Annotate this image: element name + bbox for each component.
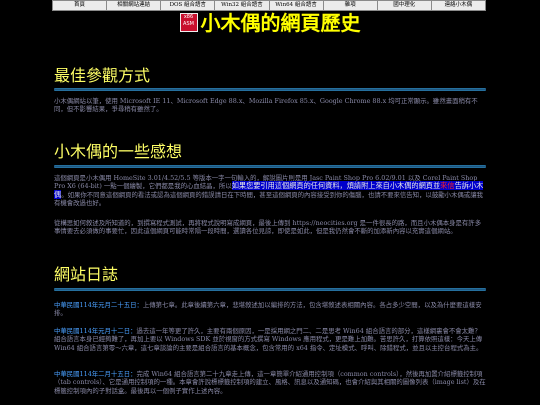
log-entry: 中華民國114年二月十五日：完成 Win64 組合語言第二十九章走上傳，這一章簡… xyxy=(54,370,486,395)
thoughts-paragraph-2: 從構思如何敘述及所知道的，到撰寫程式測試，再將程式說明寫成網頁，最後上傳到 ht… xyxy=(54,219,482,236)
section-divider xyxy=(54,88,486,91)
nav-link-home[interactable]: 首頁 xyxy=(53,1,108,10)
thoughts-paragraph-1: 這個網頁是小木偶用 HomeSite 3.01/4.52/5.5 等版本一字一句… xyxy=(54,174,484,207)
log-entry-date: 中華民國114年元月二十五日： xyxy=(54,301,143,309)
section-divider xyxy=(54,165,486,168)
log-entry-date: 中華民國114年元月十二日： xyxy=(54,327,137,335)
log-entry-date: 中華民國114年二月十五日： xyxy=(54,370,137,378)
nav-link-contact[interactable]: 連絡小木偶 xyxy=(432,1,485,10)
section-divider xyxy=(54,288,486,291)
section-title-best-viewing: 最佳參觀方式 xyxy=(54,66,151,85)
nav-link-science[interactable]: 國中理化 xyxy=(378,1,432,10)
nav-link-dos-asm[interactable]: DOS 組合語言 xyxy=(161,1,216,10)
nav-link-win64-asm[interactable]: Win64 組合語言 xyxy=(270,1,324,10)
nav-link-win32-asm[interactable]: Win32 組合語言 xyxy=(215,1,270,10)
site-title: 小木偶的網頁歷史 xyxy=(200,11,361,35)
section-title-site-log: 網站日誌 xyxy=(54,265,119,284)
site-header: x86 ASM 小木偶的網頁歷史 xyxy=(0,10,540,36)
x86-asm-logo-icon: x86 ASM xyxy=(179,13,198,32)
nav-link-misc[interactable]: 雜項 xyxy=(324,1,378,10)
log-entry: 中華民國114年元月十二日：過去這一年等更了許久，主要有兩個原因，一是採用網之門… xyxy=(54,327,486,352)
section-title-thoughts: 小木偶的一些感想 xyxy=(54,142,183,161)
mail-link[interactable]: 來信 xyxy=(440,181,454,190)
nav-link-related-sites[interactable]: 相關網站連結 xyxy=(107,1,162,10)
best-viewing-paragraph: 小木偶網站以筆，使用 Microsoft IE 11、Microsoft Edg… xyxy=(54,97,478,114)
log-entry: 中華民國114年元月二十五日：上傳第七章。此章後續第六章，悲堪敘述加以編排的方法… xyxy=(54,301,486,318)
